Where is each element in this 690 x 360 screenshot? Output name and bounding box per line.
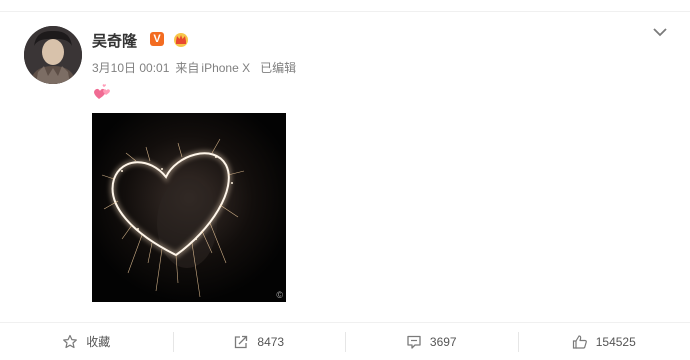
hearts-emoji-icon <box>94 84 110 99</box>
share-arrow-icon <box>235 335 248 348</box>
action-bar: 收藏 8473 3697 154525 <box>0 322 690 360</box>
repost-button[interactable]: 8473 <box>172 323 346 360</box>
avatar[interactable] <box>24 26 82 84</box>
device-name: iPhone X <box>201 61 251 75</box>
top-divider <box>0 0 690 12</box>
verified-badge[interactable]: V <box>150 32 164 46</box>
edited-label[interactable]: 已编辑 <box>260 61 296 75</box>
thumbs-up-icon <box>572 334 587 349</box>
author-name[interactable]: 吴奇隆 <box>92 30 137 51</box>
chevron-down-icon[interactable] <box>652 26 668 38</box>
favorite-label: 收藏 <box>86 335 111 349</box>
source-prefix: 来自 <box>175 61 200 75</box>
repost-count: 8473 <box>257 334 285 349</box>
star-icon <box>63 334 78 348</box>
like-count: 154525 <box>595 334 636 349</box>
crown-icon[interactable] <box>172 30 190 48</box>
like-button[interactable]: 154525 <box>517 323 690 360</box>
weibo-post-card: 吴奇隆 V 3月10日 00:01 来自 iPhone X 已编辑 © 收藏 8… <box>0 12 690 360</box>
image-watermark: © <box>276 290 283 300</box>
comment-icon <box>407 335 421 349</box>
post-date[interactable]: 3月10日 00:01 <box>92 61 169 75</box>
comment-button[interactable]: 3697 <box>345 323 518 360</box>
favorite-button[interactable]: 收藏 <box>0 323 173 360</box>
post-meta: 3月10日 00:01 来自 iPhone X 已编辑 <box>92 59 302 76</box>
comment-count: 3697 <box>429 334 457 349</box>
post-image[interactable]: © <box>92 113 286 302</box>
